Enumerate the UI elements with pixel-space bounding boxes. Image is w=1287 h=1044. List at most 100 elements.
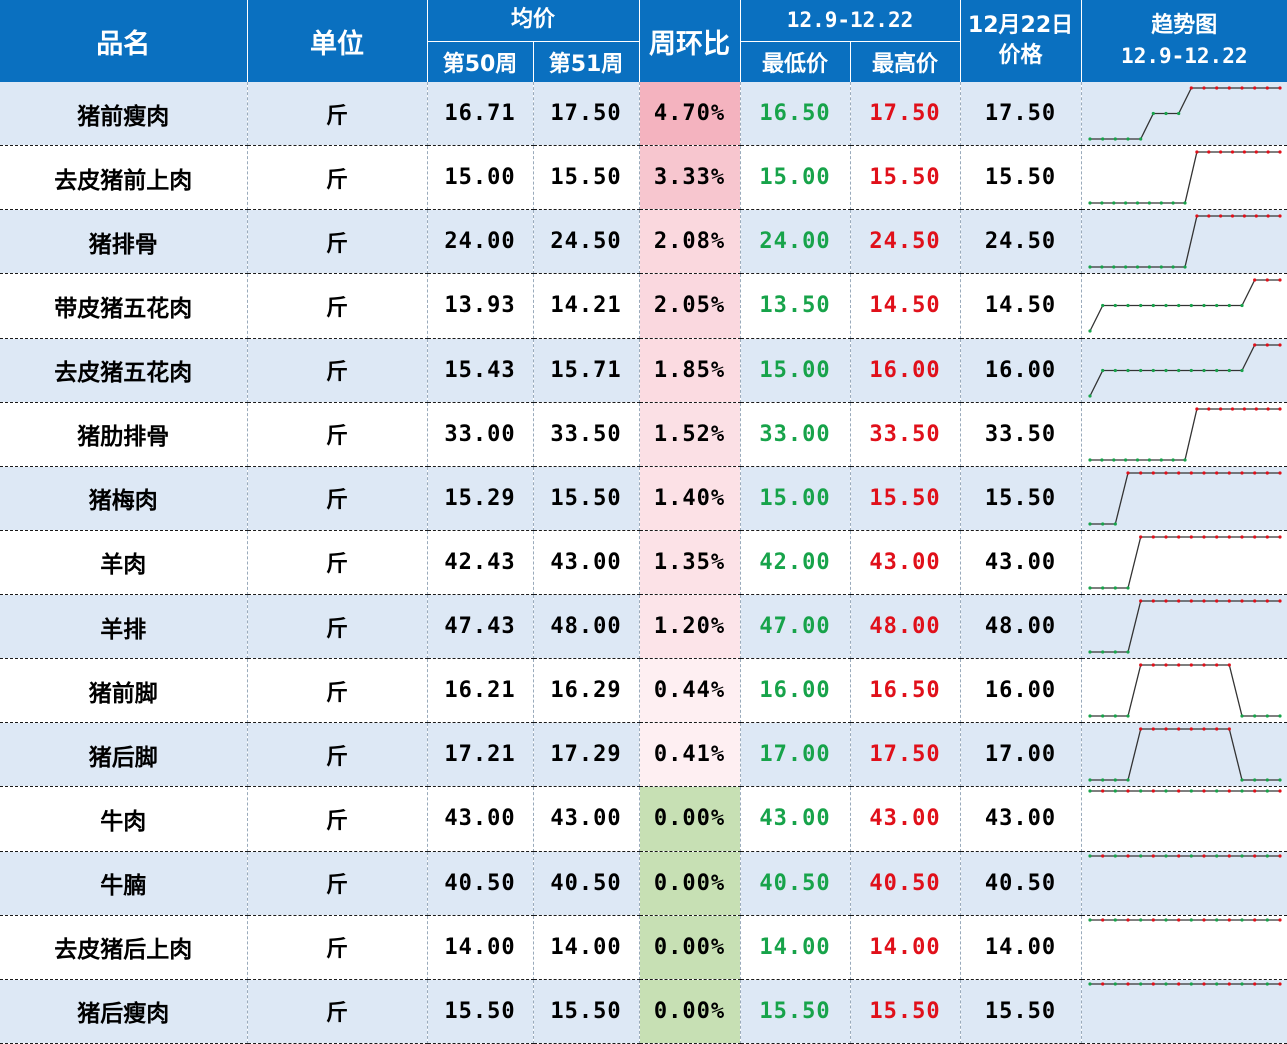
trend-sparkline [1087,663,1282,718]
header-range: 12.9-12.22 [740,0,961,41]
row-max: 15.50 [850,979,961,1044]
trend-point [1277,407,1282,411]
row-price: 33.50 [960,402,1082,467]
trend-point [1252,599,1256,603]
trend-line [1089,151,1280,204]
trend-point [1214,368,1218,372]
trend-point [1100,586,1104,590]
trend-point [1189,853,1193,858]
trend-line [1089,215,1280,268]
trend-point [1087,393,1092,398]
row-unit: 斤 [247,594,428,660]
trend-point [1113,304,1117,308]
trend-point [1113,853,1117,858]
trend-point [1159,201,1163,205]
trend-point [1176,982,1180,986]
trend-point [1227,727,1231,731]
row-min: 14.00 [740,915,851,980]
trend-point [1138,535,1142,539]
row-min: 42.00 [740,530,851,596]
trend-point [1125,368,1130,372]
trend-point [1218,407,1222,411]
trend-point [1176,918,1180,922]
row-name: 猪后脚 [0,722,248,788]
row-week51: 15.50 [533,466,640,531]
trend-point [1239,471,1244,475]
trend-point [1151,982,1155,986]
row-week50: 16.71 [427,82,534,147]
row-week51: 24.50 [533,209,640,275]
table-row: 猪前瘦肉斤 16.71 17.50 4.70% 16.50 17.50 17.50 [0,82,1287,147]
trend-point [1151,471,1155,475]
table-row: 猪排骨斤 24.00 24.50 2.08% 24.00 24.50 24.50 [0,209,1287,275]
table-row: 牛腩斤 40.50 40.50 0.00% 40.50 40.50 40.50 [0,851,1287,916]
trend-point [1087,918,1092,922]
table-row: 猪后瘦肉斤 15.50 15.50 0.00% 15.50 15.50 15.50 [0,979,1287,1044]
trend-point [1171,458,1175,462]
trend-point [1277,853,1282,858]
row-trend [1081,338,1287,403]
row-min: 33.00 [740,402,851,467]
header-price-label: 价格 [998,43,1043,68]
trend-point [1100,982,1104,986]
table-row: 去皮猪五花肉斤 15.43 15.71 1.85% 15.00 16.00 16.00 [0,338,1287,403]
trend-point [1265,918,1269,922]
trend-point [1265,778,1269,782]
row-name: 猪排骨 [0,209,248,275]
row-max: 17.50 [850,722,961,788]
trend-point [1087,458,1092,462]
table-row: 猪梅肉斤 15.29 15.50 1.40% 15.00 15.50 15.50 [0,466,1287,531]
trend-point [1214,599,1218,603]
trend-point [1113,522,1117,526]
row-trend [1081,145,1287,211]
row-min: 15.00 [740,466,851,531]
header-max: 最高价 [850,40,961,82]
row-trend [1081,658,1287,724]
header-week51: 第51周 [533,40,640,82]
trend-point [1189,599,1193,603]
table-row: 去皮猪前上肉斤 15.00 15.50 3.33% 15.00 15.50 15.50 [0,145,1287,211]
trend-line [1089,600,1280,653]
trend-point [1239,778,1244,782]
trend-point [1201,982,1206,986]
trend-point [1227,663,1231,667]
trend-point [1111,458,1115,462]
row-name: 猪后瘦肉 [0,979,248,1044]
row-wow: 2.08% [639,209,741,275]
row-price: 15.50 [960,979,1082,1044]
trend-sparkline [1087,407,1282,462]
trend-point [1265,789,1269,794]
row-price: 16.00 [960,338,1082,403]
row-week51: 40.50 [533,851,640,916]
trend-sparkline [1087,727,1282,782]
row-wow: 2.05% [639,273,741,339]
trend-point [1277,86,1282,90]
trend-point [1189,471,1193,475]
row-trend [1081,466,1287,531]
trend-point [1087,650,1092,654]
trend-point [1151,918,1155,922]
trend-point [1163,111,1168,116]
trend-line [1089,536,1280,589]
trend-point [1265,471,1269,475]
trend-point [1135,265,1139,269]
trend-point [1176,853,1180,858]
trend-point [1201,535,1206,539]
trend-point [1214,663,1218,667]
trend-point [1151,663,1155,667]
row-trend [1081,82,1287,147]
trend-point [1099,265,1104,269]
trend-point [1230,407,1234,411]
trend-point [1189,535,1193,539]
trend-point [1227,535,1231,539]
trend-point [1201,86,1206,90]
row-week51: 33.50 [533,402,640,467]
row-trend [1081,273,1287,339]
trend-point [1138,599,1142,603]
trend-sparkline [1087,278,1282,334]
row-week51: 43.00 [533,786,640,852]
trend-point [1201,789,1206,794]
row-wow: 0.44% [639,658,741,724]
header-trend-title: 趋势图 [1151,13,1218,38]
row-max: 15.50 [850,466,961,531]
